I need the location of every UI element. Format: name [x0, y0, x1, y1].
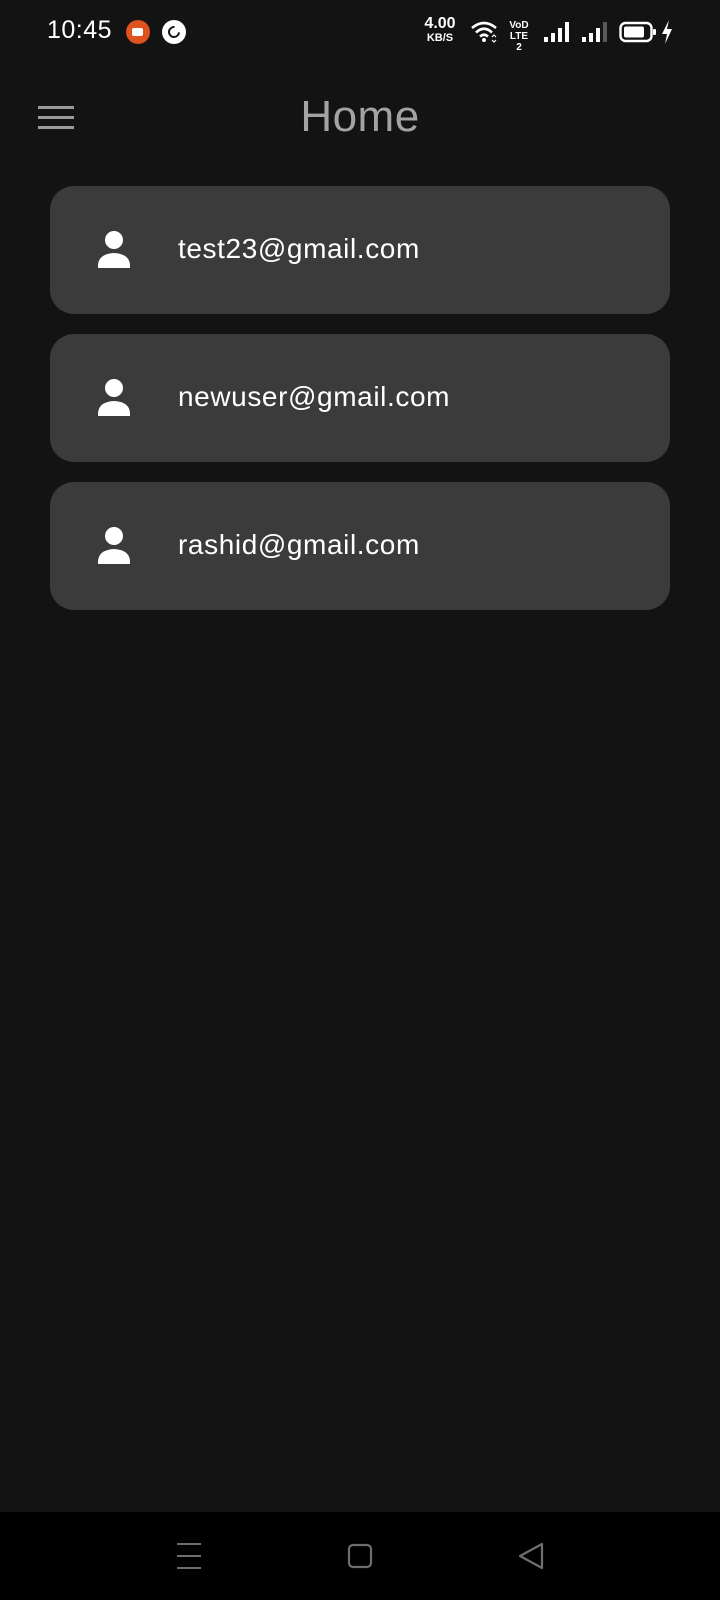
home-icon[interactable]	[338, 1536, 382, 1576]
status-bar: 10:45 4.00 KB/S VoD LTE 2	[0, 0, 720, 64]
user-list-item[interactable]: test23@gmail.com	[50, 186, 670, 314]
wifi-icon	[471, 21, 497, 43]
home-screen: 10:45 4.00 KB/S VoD LTE 2 Home test23@gm…	[0, 0, 720, 1600]
person-icon	[98, 231, 130, 268]
status-time: 10:45	[47, 16, 113, 44]
signal-icon	[544, 22, 569, 42]
user-email: newuser@gmail.com	[178, 381, 451, 412]
user-email: rashid@gmail.com	[178, 529, 420, 560]
network-speed-unit: KB/S	[426, 32, 454, 44]
user-list-item[interactable]: rashid@gmail.com	[50, 482, 670, 610]
user-list: test23@gmail.com newuser@gmail.com rashi…	[50, 186, 670, 630]
person-icon	[98, 527, 130, 564]
screen-recorder-icon	[126, 20, 150, 44]
network-speed-value: 4.00	[424, 15, 456, 32]
user-list-item[interactable]: newuser@gmail.com	[50, 334, 670, 462]
network-speed: 4.00 KB/S	[420, 16, 460, 44]
recents-icon[interactable]	[167, 1536, 211, 1576]
app-bar: Home	[0, 80, 720, 160]
charging-icon	[662, 20, 672, 44]
shazam-icon	[162, 20, 186, 44]
volte-label-top: VoD	[509, 20, 529, 31]
volte-indicator: VoD LTE 2	[506, 20, 532, 53]
page-title: Home	[300, 92, 420, 141]
back-icon[interactable]	[510, 1536, 554, 1576]
user-email: test23@gmail.com	[178, 233, 420, 264]
system-navigation-bar	[0, 1512, 720, 1600]
signal-icon	[582, 22, 607, 42]
battery-icon	[619, 21, 656, 43]
volte-label-bottom: LTE 2	[509, 31, 529, 53]
person-icon	[98, 379, 130, 416]
